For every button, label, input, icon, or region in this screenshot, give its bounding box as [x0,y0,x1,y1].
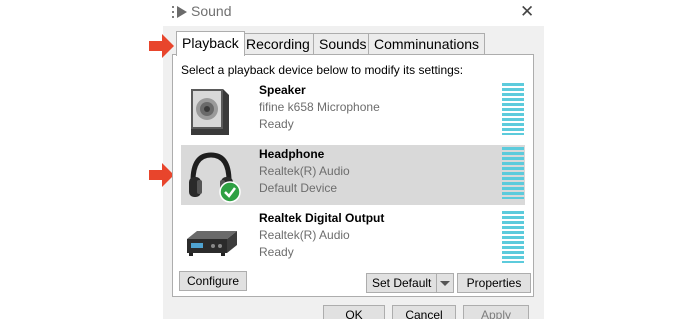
tab-communications[interactable]: Comminunations [368,33,486,54]
level-meter [502,83,524,135]
instruction-text: Select a playback device below to modify… [181,63,464,77]
device-row-digital-output[interactable]: Realtek Digital Output Realtek(R) Audio … [181,209,525,269]
configure-button[interactable]: Configure [179,271,247,291]
device-description: fifine k658 Microphone [259,100,380,114]
level-meter [502,211,524,263]
device-row-speaker[interactable]: Speaker fifine k658 Microphone Ready [181,81,525,141]
properties-button[interactable]: Properties [457,273,531,293]
tab-playback[interactable]: Playback [176,31,245,56]
device-status: Ready [259,245,294,259]
device-status: Ready [259,117,294,131]
speaker-sound-icon [172,6,187,18]
device-status: Default Device [259,181,338,195]
close-button[interactable]: ✕ [520,2,534,22]
tab-sounds[interactable]: Sounds [313,33,373,54]
device-description: Realtek(R) Audio [259,228,350,242]
tab-recording[interactable]: Recording [240,33,316,54]
digital-output-icon [187,231,237,256]
level-meter [502,147,524,199]
speaker-icon [191,89,229,135]
device-row-headphone[interactable]: Headphone Realtek(R) Audio Default Devic… [181,145,525,205]
cancel-button[interactable]: Cancel [392,305,456,319]
green-checkmark-icon [219,181,241,203]
device-name: Speaker [259,83,306,97]
device-description: Realtek(R) Audio [259,164,350,178]
ok-button[interactable]: OK [323,305,385,319]
window-title: Sound [191,3,232,19]
playback-panel: Select a playback device below to modify… [172,54,534,297]
apply-button[interactable]: Apply [463,305,529,319]
title-bar: Sound ✕ [163,0,544,26]
set-default-button[interactable]: Set Default [366,273,454,293]
set-default-label: Set Default [372,276,432,290]
device-name: Realtek Digital Output [259,211,385,225]
device-name: Headphone [259,147,325,161]
chevron-down-icon[interactable] [436,274,453,292]
